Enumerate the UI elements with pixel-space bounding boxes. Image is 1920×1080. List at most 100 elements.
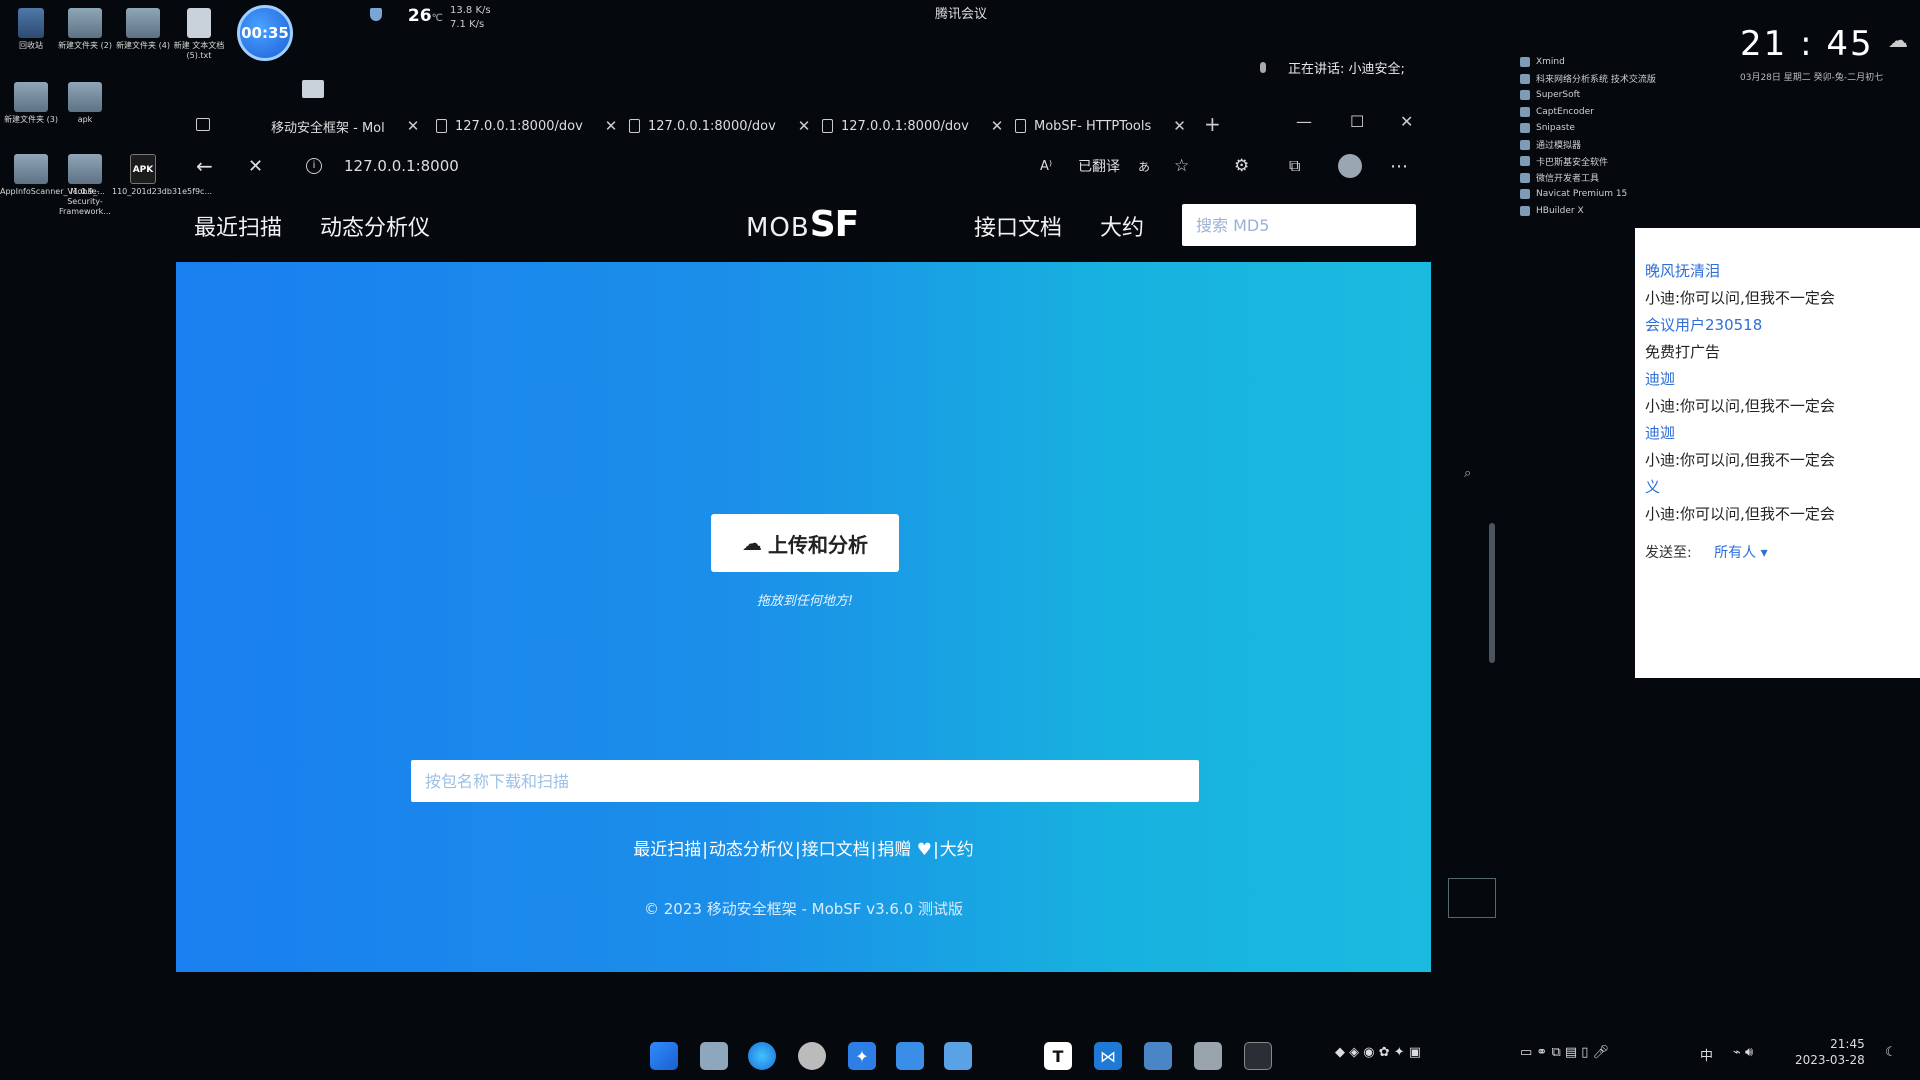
nav-dynamic-analyzer[interactable]: 动态分析仪 [320,210,430,242]
vscode-icon[interactable]: ⋈ [1094,1042,1122,1070]
upload-analyze-button[interactable]: ☁ 上传和分析 [711,514,899,572]
window-switch-icon[interactable] [1448,878,1496,918]
footer-link-dynamic-analyzer[interactable]: 动态分析仪 [709,840,794,860]
close-icon[interactable]: ✕ [991,117,1004,135]
launcher-item[interactable]: 卡巴斯基安全软件 [1520,153,1725,170]
close-icon[interactable]: ✕ [605,117,618,135]
desktop-icon-folder[interactable]: 新建文件夹 (2) [54,8,116,51]
tab-bar: 移动安全框架 - Mol ✕ 127.0.0.1:8000/dov ✕ 127.… [176,108,1431,144]
chrome-icon[interactable] [798,1042,826,1070]
tab-download-3[interactable]: 127.0.0.1:8000/dov ✕ [822,112,1003,140]
address-input[interactable]: 127.0.0.1:8000 [344,157,459,175]
package-name-input[interactable] [411,760,1199,802]
launcher-item[interactable]: Snipaste [1520,120,1725,137]
chat-user: 会议用户230518 [1645,316,1763,334]
launcher-item-label: 科来网络分析系统 技术交流版 [1536,75,1656,86]
tray-system-icons[interactable]: ▭ ⚭ ⧉ ▤ ▯ 🎤︎ [1520,1045,1609,1060]
zoom-icon[interactable]: ⌕ [1464,466,1471,481]
desktop-icon-recycle-bin[interactable]: 回收站 [0,8,62,51]
desktop-icon-folder[interactable]: AppInfoScanner_V1.0.9_... [0,154,105,197]
app-icon [1520,205,1530,216]
close-icon[interactable]: ✕ [798,117,811,135]
translated-label[interactable]: 已翻译 [1078,156,1120,176]
taskbar-clock[interactable]: 21:45 2023-03-28 [1795,1036,1865,1068]
desktop-icon-folder[interactable]: apk [54,82,116,125]
desktop-icon-folder[interactable]: 新建文件夹 (3) [0,82,62,125]
launcher-item[interactable]: 通过模拟器 [1520,137,1725,154]
tab-download-1[interactable]: 127.0.0.1:8000/dov ✕ [436,112,617,140]
chat-message: 免费打广告 [1645,343,1721,361]
more-icon[interactable]: ⋯ [1390,156,1408,177]
chat-user: 义 [1645,478,1661,496]
tab-actions-icon[interactable] [196,118,210,131]
launcher-item[interactable]: Xmind [1520,54,1725,71]
notifications-icon[interactable]: ☾ [1885,1045,1897,1060]
footer-link-api-docs[interactable]: 接口文档 [802,840,870,860]
document-icon [1015,119,1026,133]
file-explorer-icon[interactable] [700,1042,728,1070]
folder-icon [68,154,102,184]
desktop-icon-folder[interactable]: Mobile-Security-Framework... [54,154,116,217]
app-icon[interactable] [1194,1042,1222,1070]
edge-icon[interactable] [748,1042,776,1070]
launcher-item[interactable]: Navicat Premium 15 [1520,186,1725,203]
desktop-icon-text-file[interactable]: 新建 文本文档 (5).txt [168,8,230,61]
start-icon[interactable] [650,1042,678,1070]
send-to-dropdown[interactable]: 所有人 ▾ [1714,545,1767,561]
file-icon[interactable] [302,80,324,98]
desktop-icon-folder[interactable]: 新建文件夹 (4) [112,8,174,51]
cloud-icon[interactable]: ☁ [1888,28,1908,52]
collections-icon[interactable]: ⧉ [1289,156,1300,176]
tab-httptools[interactable]: MobSF- HTTPTools ✕ [1015,112,1186,140]
mobsf-logo[interactable]: MOBSF [746,204,859,245]
weather-temp: 26 [407,6,432,26]
minimize-icon[interactable]: — [1296,112,1312,131]
close-icon[interactable]: ✕ [1173,117,1186,135]
typora-icon[interactable]: T [1044,1042,1072,1070]
meeting-timer[interactable]: 00:35 [237,5,293,61]
meeting-title: 腾讯会议 [935,7,988,22]
launcher-item-label: Xmind [1536,57,1565,68]
desktop-icon-label: 新建文件夹 (3) [4,115,58,124]
launcher-item[interactable]: 科来网络分析系统 技术交流版 [1520,71,1725,88]
read-aloud-icon[interactable]: A⁾ [1040,159,1052,174]
md5-search-input[interactable] [1182,204,1416,246]
footer-link-recent-scans[interactable]: 最近扫描 [633,840,701,860]
ime-indicator[interactable]: 中 [1700,1045,1713,1064]
launcher-item[interactable]: SuperSoft [1520,87,1725,104]
scrollbar[interactable] [1489,523,1495,663]
tab-mobsf-home[interactable]: 移动安全框架 - Mol ✕ [271,112,419,140]
launcher-item[interactable]: CaptEncoder [1520,104,1725,121]
app-icon [1520,139,1530,150]
window-close-icon[interactable]: ✕ [1400,112,1413,131]
footer-link-about[interactable]: 大约 [940,840,974,860]
launcher-item-label: Snipaste [1536,123,1575,134]
site-info-icon[interactable]: i [306,158,322,174]
notepad-icon[interactable] [944,1042,972,1070]
terminal-icon[interactable] [1244,1042,1272,1070]
close-icon[interactable]: ✕ [407,117,420,135]
new-tab-icon[interactable]: + [1204,112,1221,136]
launcher-item[interactable]: 微信开发者工具 [1520,170,1725,187]
nav-recent-scans[interactable]: 最近扫描 [194,210,282,242]
net-down: 7.1 K/s [450,19,485,30]
nav-about[interactable]: 大约 [1100,210,1144,242]
hero-section[interactable]: ☁ 上传和分析 拖放到任何地方! 最近扫描|动态分析仪|接口文档|捐赠 ♥|大约… [176,262,1431,972]
launcher-item[interactable]: HBuilder X [1520,203,1725,220]
nav-api-docs[interactable]: 接口文档 [974,210,1062,242]
tencent-meeting-icon[interactable]: ✦ [848,1042,876,1070]
desktop-icon-apk[interactable]: APK 110_201d23db31e5f9c... [112,154,212,197]
footer-link-donate[interactable]: 捐赠 ♥ [877,840,932,860]
app-icon[interactable] [1144,1042,1172,1070]
back-icon[interactable]: ← [196,154,213,178]
network-volume-icons[interactable]: ⌁ 🔊︎ [1733,1045,1753,1060]
photos-icon[interactable] [896,1042,924,1070]
stop-loading-icon[interactable]: ✕ [248,156,263,177]
favorite-icon[interactable]: ☆ [1174,156,1189,176]
maximize-icon[interactable]: ☐ [1350,112,1364,131]
tray-icons[interactable]: ◆ ◈ ◉ ✿ ✦ ▣ [1335,1045,1421,1060]
extensions-icon[interactable]: ⚙ [1234,156,1249,176]
translate-icon[interactable]: あ [1138,158,1150,175]
avatar[interactable] [1338,154,1362,178]
tab-download-2[interactable]: 127.0.0.1:8000/dov ✕ [629,112,810,140]
